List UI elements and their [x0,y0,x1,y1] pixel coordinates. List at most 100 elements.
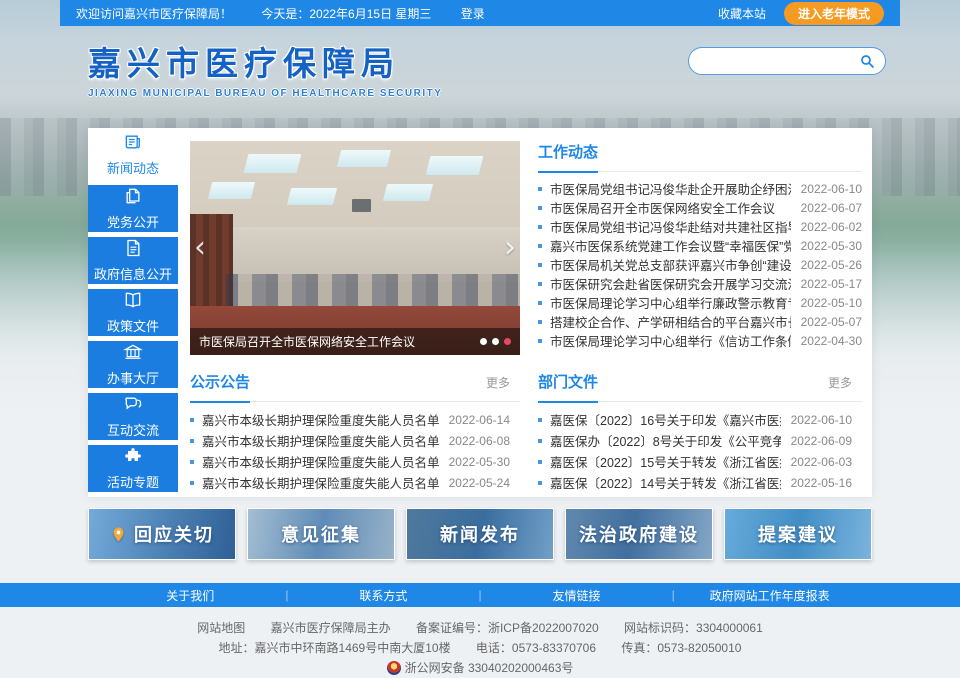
news-date: 2022-05-30 [801,239,862,253]
dept-file-item[interactable]: 嘉医保〔2022〕16号关于印发《嘉兴市医疗保... 2022-06-10 [538,409,862,430]
news-date: 2022-06-02 [801,220,862,234]
news-item[interactable]: 搭建校企合作、产学研相结合的平台嘉兴市长期护理... 2022-05-07 [538,312,872,331]
news-title[interactable]: 市医保研究会赴省医保研究会开展学习交流活动 [550,274,791,293]
favorite-site-link[interactable]: 收藏本站 [718,5,766,22]
footer-nav-contact[interactable]: 联系方式 [288,587,478,604]
security-filing-link[interactable]: 浙公网安备 33040202000463号 [405,661,574,675]
ceiling-light [383,184,433,201]
announcement-title[interactable]: 嘉兴市本级长期护理保险重度失能人员名单公示（2... [202,431,439,450]
section-title-work-news[interactable]: 工作动态 [538,141,598,162]
site-logo: 嘉兴市医疗保障局 JIAXING MUNICIPAL BUREAU OF HEA… [88,37,442,99]
news-title[interactable]: 市医保局党组书记冯俊华赴企开展助企纾困活动 [550,179,791,198]
announcement-item[interactable]: 嘉兴市本级长期护理保险重度失能人员名单公示（2... 2022-05-30 [190,451,520,472]
bullet-icon [538,282,542,286]
main-content-card: 新闻动态 党务公开 政府信息公开 政策文件 [88,128,872,497]
carousel-caption[interactable]: 市医保局召开全市医保网络安全工作会议 [199,333,472,350]
news-item[interactable]: 市医保局理论学习中心组举行《信访工作条例》专题... 2022-04-30 [538,331,872,350]
news-title[interactable]: 市医保局理论学习中心组举行廉政警示教育专题学习... [550,293,791,312]
location-pin-icon [110,526,127,543]
sitemap-link[interactable]: 网站地图 [197,621,245,635]
site-id-text: 网站标识码：3304000061 [624,621,763,635]
sidebar-item-interaction[interactable]: 互动交流 [88,393,178,440]
news-item[interactable]: 市医保局机关党总支部获评嘉兴市争创“建设清廉机... 2022-05-26 [538,255,872,274]
bank-icon [123,342,143,365]
dept-file-title[interactable]: 嘉医保办〔2022〕8号关于印发《公平竞争审查... [550,431,781,450]
news-title[interactable]: 市医保局机关党总支部获评嘉兴市争创“建设清廉机... [550,255,791,274]
sidebar-item-service-hall[interactable]: 办事大厅 [88,341,178,388]
quick-link-label: 意见征集 [281,521,361,547]
bullet-icon [538,187,542,191]
news-item[interactable]: 市医保局理论学习中心组举行廉政警示教育专题学习... 2022-05-10 [538,293,872,312]
news-title[interactable]: 嘉兴市医保系统党建工作会议暨“幸福医保”党建联... [550,236,791,255]
sidebar-item-policy-files[interactable]: 政策文件 [88,289,178,336]
quick-link-proposals[interactable]: 提案建议 [724,508,872,560]
quick-link-press-release[interactable]: 新闻发布 [406,508,554,560]
dept-file-date: 2022-05-16 [791,476,852,490]
sidebar-item-label: 党务公开 [107,212,159,231]
news-item[interactable]: 市医保局召开全市医保网络安全工作会议 2022-06-07 [538,198,872,217]
news-date: 2022-05-07 [801,315,862,329]
announcement-item[interactable]: 嘉兴市本级长期护理保险重度失能人员名单公示（2... 2022-06-08 [190,430,520,451]
announcement-title[interactable]: 嘉兴市本级长期护理保险重度失能人员名单公示（2... [202,473,439,492]
news-title[interactable]: 市医保局召开全市医保网络安全工作会议 [550,198,791,217]
newspaper-icon [123,132,143,155]
bullet-icon [190,460,194,464]
carousel-prev-icon[interactable]: ‹ [194,233,206,263]
announcement-title[interactable]: 嘉兴市本级长期护理保险重度失能人员名单公示（2... [202,410,439,429]
ceiling-light [336,150,390,167]
carousel-next-icon[interactable]: › [504,233,516,263]
ceiling-light [425,156,483,175]
news-title[interactable]: 市医保局理论学习中心组举行《信访工作条例》专题... [550,331,791,350]
announcement-title[interactable]: 嘉兴市本级长期护理保险重度失能人员名单公示（2... [202,452,439,471]
footer-nav-annual-report[interactable]: 政府网站工作年度报表 [675,587,865,604]
news-title[interactable]: 市医保局党组书记冯俊华赴结对共建社区指导全国文... [550,217,791,236]
quick-link-rule-of-law[interactable]: 法治政府建设 [565,508,713,560]
section-announcements: 公示公告 更多 嘉兴市本级长期护理保险重度失能人员名单公示（2... 2022-… [190,371,520,493]
elder-mode-button[interactable]: 进入老年模式 [784,2,884,25]
sidebar-item-news[interactable]: 新闻动态 [88,128,178,180]
sidebar-item-gov-info[interactable]: 政府信息公开 [88,237,178,284]
news-item[interactable]: 市医保局党组书记冯俊华赴企开展助企纾困活动 2022-06-10 [538,179,872,198]
site-subtitle: JIAXING MUNICIPAL BUREAU OF HEALTHCARE S… [88,88,442,99]
dept-file-item[interactable]: 嘉医保〔2022〕15号关于转发《浙江省医疗保... 2022-06-03 [538,451,862,472]
search-box [688,47,886,75]
bullet-icon [538,460,542,464]
sidebar-item-label: 政策文件 [107,316,159,335]
announcement-item[interactable]: 嘉兴市本级长期护理保险重度失能人员名单公示（2... 2022-05-24 [190,472,520,493]
announcement-item[interactable]: 嘉兴市本级长期护理保险重度失能人员名单公示（2... 2022-06-14 [190,409,520,430]
sidebar-item-special-topics[interactable]: 活动专题 [88,445,178,492]
bullet-icon [538,339,542,343]
ceiling-light [287,188,337,205]
carousel-dot-active[interactable] [504,338,511,345]
login-link[interactable]: 登录 [461,7,485,21]
section-title-announcements[interactable]: 公示公告 [190,371,250,392]
search-input[interactable] [693,51,859,71]
dept-file-title[interactable]: 嘉医保〔2022〕14号关于转发《浙江省医疗保... [550,473,781,492]
police-badge-icon [387,661,401,675]
news-item[interactable]: 嘉兴市医保系统党建工作会议暨“幸福医保”党建联... 2022-05-30 [538,236,872,255]
footer-info: 网站地图 嘉兴市医疗保障局主办 备案证编号：浙ICP备2022007020 网站… [0,607,960,678]
topbar: 欢迎访问嘉兴市医疗保障局！ 今天是：2022年6月15日 星期三 登录 收藏本站… [60,0,900,26]
quick-link-respond-concerns[interactable]: 回应关切 [88,508,236,560]
phone-text: 电话：0573-83370706 [476,641,596,655]
dept-file-title[interactable]: 嘉医保〔2022〕16号关于印发《嘉兴市医疗保... [550,410,781,429]
news-title[interactable]: 搭建校企合作、产学研相结合的平台嘉兴市长期护理... [550,312,791,331]
dept-file-item[interactable]: 嘉医保办〔2022〕8号关于印发《公平竞争审查... 2022-06-09 [538,430,862,451]
footer-nav-friend-links[interactable]: 友情链接 [482,587,672,604]
dept-file-title[interactable]: 嘉医保〔2022〕15号关于转发《浙江省医疗保... [550,452,781,471]
sidebar-item-label: 政府信息公开 [94,264,172,283]
announcements-more-link[interactable]: 更多 [486,374,510,391]
search-icon[interactable] [859,53,875,69]
sidebar-item-label: 活动专题 [107,472,159,491]
carousel-dot[interactable] [492,338,499,345]
quick-link-label: 回应关切 [134,521,214,547]
quick-link-opinion-collection[interactable]: 意见征集 [247,508,395,560]
section-title-dept-files[interactable]: 部门文件 [538,371,598,392]
sidebar-item-party-affairs[interactable]: 党务公开 [88,185,178,232]
dept-files-more-link[interactable]: 更多 [828,374,852,391]
news-item[interactable]: 市医保研究会赴省医保研究会开展学习交流活动 2022-05-17 [538,274,872,293]
dept-file-item[interactable]: 嘉医保〔2022〕14号关于转发《浙江省医疗保... 2022-05-16 [538,472,862,493]
footer-nav-about[interactable]: 关于我们 [95,587,285,604]
carousel-dot[interactable] [480,338,487,345]
news-item[interactable]: 市医保局党组书记冯俊华赴结对共建社区指导全国文... 2022-06-02 [538,217,872,236]
